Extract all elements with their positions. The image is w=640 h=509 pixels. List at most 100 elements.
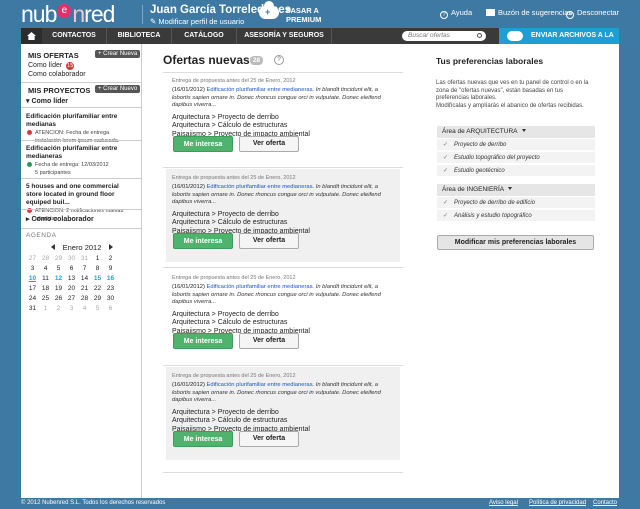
calendar-day[interactable]: 4	[78, 305, 91, 312]
offers-count-badge: 28	[250, 56, 263, 65]
suggestions-link[interactable]: Buzón de sugerencias	[486, 8, 572, 17]
divider	[163, 472, 403, 473]
upgrade-premium-link[interactable]: PASAR A PREMIUM	[286, 6, 321, 24]
calendar-day[interactable]: 2	[104, 255, 117, 262]
projects-leader-toggle[interactable]: ▾ Como líder	[26, 97, 68, 105]
area-architecture-toggle[interactable]: Área de ARQUITECTURA	[437, 126, 595, 138]
calendar-month-nav: Enero 2012	[26, 243, 138, 252]
calendar-day[interactable]: 13	[65, 275, 78, 282]
create-project-button[interactable]: + Crear Nuevo	[95, 85, 141, 93]
interested-button[interactable]: Me interesa	[173, 333, 233, 349]
calendar-day[interactable]: 16	[104, 275, 117, 282]
next-month-icon[interactable]	[109, 244, 114, 250]
offer-link[interactable]: Edificación plurifamiliar entre medianer…	[207, 284, 313, 290]
interested-button[interactable]: Me interesa	[173, 136, 233, 152]
calendar-day[interactable]: 9	[104, 265, 117, 272]
calendar-day[interactable]: 5	[91, 305, 104, 312]
offer-card: Entrega de propuesta antes del 25 de Ene…	[166, 269, 400, 362]
calendar-day[interactable]: 19	[52, 285, 65, 292]
offer-link[interactable]: Edificación plurifamiliar entre medianer…	[207, 184, 313, 190]
calendar-day[interactable]: 28	[78, 295, 91, 302]
offer-link[interactable]: Edificación plurifamiliar entre medianer…	[207, 87, 313, 93]
project-item[interactable]: Edificación plurifamiliar entre medianer…	[21, 142, 141, 180]
modify-preferences-button[interactable]: Modificar mis preferencias laborales	[437, 235, 594, 250]
interested-button[interactable]: Me interesa	[173, 431, 233, 447]
view-offer-button[interactable]: Ver oferta	[239, 333, 299, 349]
calendar-day[interactable]: 14	[78, 275, 91, 282]
calendar-day[interactable]: 20	[65, 285, 78, 292]
area-engineering-toggle[interactable]: Área de INGENIERÍA	[437, 184, 595, 196]
calendar-day[interactable]: 31	[26, 305, 39, 312]
projects-collab-toggle[interactable]: ▸ Como colaborador	[26, 215, 94, 223]
area-label: Área de INGENIERÍA	[442, 186, 505, 193]
nav-catalogo[interactable]: CATÁLOGO	[172, 28, 237, 44]
prev-month-icon[interactable]	[50, 244, 55, 250]
cloud-upgrade-icon[interactable]: +	[259, 1, 279, 19]
help-icon[interactable]: ?	[274, 55, 284, 65]
calendar-day[interactable]: 1	[39, 305, 52, 312]
divider	[21, 107, 142, 108]
upload-to-cloud-button[interactable]: ENVIAR ARCHIVOS A LA NUBE	[499, 28, 619, 55]
create-offer-button[interactable]: + Crear Nueva	[95, 50, 141, 58]
calendar-day[interactable]: 25	[39, 295, 52, 302]
view-offer-button[interactable]: Ver oferta	[239, 431, 299, 447]
category-line: Arquitectura > Proyecto de derribo	[172, 408, 279, 416]
help-link[interactable]: ? Ayuda	[440, 8, 472, 19]
calendar-day[interactable]: 6	[65, 265, 78, 272]
preferences-title: Tus preferencias laborales	[436, 56, 544, 66]
calendar-month: Enero 2012	[62, 243, 102, 252]
calendar-day[interactable]: 30	[65, 255, 78, 262]
calendar-day[interactable]: 17	[26, 285, 39, 292]
calendar-day[interactable]: 27	[26, 255, 39, 262]
calendar-day[interactable]: 12	[52, 275, 65, 282]
calendar-day[interactable]: 10	[26, 275, 39, 282]
calendar-day[interactable]: 23	[104, 285, 117, 292]
calendar-day[interactable]: 31	[78, 255, 91, 262]
category-line: Arquitectura > Proyecto de derribo	[172, 210, 279, 218]
suggestions-label: Buzón de sugerencias	[498, 8, 573, 17]
view-offer-button[interactable]: Ver oferta	[239, 233, 299, 249]
calendar-day[interactable]: 28	[39, 255, 52, 262]
interested-button[interactable]: Me interesa	[173, 233, 233, 249]
my-offers-heading: MIS OFERTAS	[28, 51, 79, 60]
nav-contactos[interactable]: CONTACTOS	[42, 28, 107, 44]
project-title: Edificación plurifamiliar entre medianer…	[26, 145, 118, 160]
legal-link[interactable]: Aviso legal	[489, 498, 518, 509]
area-label: Área de ARQUITECTURA	[442, 128, 518, 135]
calendar-day[interactable]: 29	[52, 255, 65, 262]
view-offer-button[interactable]: Ver oferta	[239, 136, 299, 152]
calendar-day[interactable]: 18	[39, 285, 52, 292]
calendar-day[interactable]: 3	[65, 305, 78, 312]
calendar-day[interactable]: 1	[91, 255, 104, 262]
mail-icon	[486, 9, 495, 16]
nav-asesoria[interactable]: ASESORÍA Y SEGUROS	[237, 28, 332, 44]
calendar-day[interactable]: 4	[39, 265, 52, 272]
home-button[interactable]	[21, 28, 42, 44]
calendar-day[interactable]: 2	[52, 305, 65, 312]
calendar-day[interactable]: 30	[104, 295, 117, 302]
privacy-link[interactable]: Política de privacidad	[529, 498, 586, 509]
calendar-day[interactable]: 27	[65, 295, 78, 302]
calendar-day[interactable]: 6	[104, 305, 117, 312]
contact-link[interactable]: Contacto	[593, 498, 617, 509]
logo[interactable]: nub e nred	[21, 3, 115, 26]
nav-biblioteca[interactable]: BIBLIOTECA	[107, 28, 172, 44]
calendar-day[interactable]: 24	[26, 295, 39, 302]
offers-as-collaborator[interactable]: Como colaborador	[28, 71, 86, 78]
calendar-day[interactable]: 7	[78, 265, 91, 272]
search-icon[interactable]	[477, 33, 482, 38]
offer-link[interactable]: Edificación plurifamiliar entre medianer…	[207, 382, 313, 388]
edit-profile-link[interactable]: ✎ Modificar perfil de usuario	[150, 17, 244, 26]
calendar-day[interactable]: 11	[39, 275, 52, 282]
calendar-day[interactable]: 22	[91, 285, 104, 292]
calendar-day[interactable]: 29	[91, 295, 104, 302]
calendar-day[interactable]: 3	[26, 265, 39, 272]
calendar-day[interactable]: 15	[91, 275, 104, 282]
calendar-day[interactable]: 26	[52, 295, 65, 302]
logout-link[interactable]: × Desconectar	[566, 8, 619, 19]
calendar-day[interactable]: 21	[78, 285, 91, 292]
calendar-day[interactable]: 8	[91, 265, 104, 272]
offers-as-leader[interactable]: Como líder 15	[28, 62, 75, 70]
calendar-day[interactable]: 5	[52, 265, 65, 272]
search-input[interactable]: Buscar ofertas	[402, 31, 486, 41]
